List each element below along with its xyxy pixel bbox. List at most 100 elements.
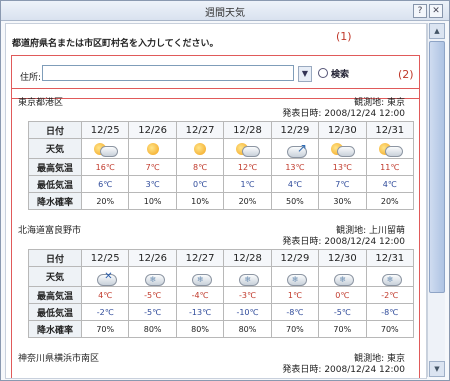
weather-row: 天気 ✕ ❄ ❄ ❄ ❄ ❄ ❄ — [28, 266, 415, 287]
rain-cell: 20% — [80, 192, 130, 210]
date-cell: 12/31 — [365, 121, 415, 139]
cloud-cross-icon: ✕ — [92, 269, 118, 286]
rain-row: 降水確率 20% 10% 10% 20% 50% 30% 20% — [28, 192, 415, 210]
location-name: 神奈川県横浜市南区 — [18, 354, 100, 364]
search-icon — [318, 68, 328, 78]
close-icon: ✕ — [432, 6, 440, 16]
low-temp-cell: -2℃ — [80, 303, 130, 321]
high-temp-cell: -2℃ — [365, 286, 415, 304]
date-cell: 12/28 — [223, 249, 272, 267]
rain-cell: 20% — [365, 192, 415, 210]
rain-cell: 10% — [175, 192, 225, 210]
date-cell: 12/29 — [270, 121, 320, 139]
sun-cloud-icon — [377, 141, 403, 157]
help-button[interactable]: ? — [413, 4, 427, 18]
rain-row: 降水確率 70% 80% 80% 80% 70% 70% 70% — [28, 320, 415, 338]
date-row: 日付 12/25 12/26 12/27 12/28 12/29 12/30 1… — [28, 121, 415, 139]
row-header-low: 最低気温 — [28, 175, 82, 193]
date-cell: 12/26 — [128, 121, 177, 139]
snow-cloud-icon: ❄ — [282, 269, 308, 286]
rain-cell: 70% — [80, 320, 130, 338]
high-temp-cell: -4℃ — [175, 286, 225, 304]
low-temp-cell: -10℃ — [223, 303, 272, 321]
low-temp-row: 最低気温 -2℃ -5℃ -13℃ -10℃ -8℃ -5℃ -8℃ — [28, 303, 415, 321]
high-temp-cell: 4℃ — [80, 286, 130, 304]
weather-cell — [318, 138, 367, 159]
address-input[interactable] — [42, 65, 294, 81]
high-temp-cell: 1℃ — [270, 286, 320, 304]
row-header-high: 最高気温 — [28, 286, 82, 304]
address-dropdown-button[interactable]: ▼ — [298, 66, 312, 82]
low-temp-cell: 0℃ — [175, 175, 225, 193]
annotation-marker-2: (2) — [398, 68, 414, 81]
date-cell: 12/25 — [80, 249, 130, 267]
low-temp-cell: -8℃ — [270, 303, 320, 321]
weather-cell — [365, 138, 415, 159]
high-temp-cell: 8℃ — [175, 158, 225, 176]
help-icon: ? — [417, 6, 423, 16]
announced-time: 発表日時: 2008/12/24 12:00 — [282, 365, 405, 375]
date-cell: 12/29 — [270, 249, 320, 267]
snow-cloud-icon: ❄ — [329, 269, 355, 286]
high-temp-cell: 12℃ — [223, 158, 272, 176]
rain-cell: 70% — [318, 320, 367, 338]
rain-cell: 30% — [318, 192, 367, 210]
chevron-down-icon: ▼ — [301, 69, 309, 78]
scroll-down-button[interactable]: ▼ — [429, 361, 445, 377]
row-header-low: 最低気温 — [28, 303, 82, 321]
low-temp-cell: 4℃ — [365, 175, 415, 193]
weather-cell: ❄ — [365, 266, 415, 287]
high-temp-cell: 16℃ — [80, 158, 130, 176]
snow-cloud-icon: ❄ — [377, 269, 403, 286]
date-cell: 12/27 — [175, 249, 225, 267]
weather-cell: ❄ — [318, 266, 367, 287]
location-name: 東京都港区 — [18, 98, 64, 108]
date-cell: 12/27 — [175, 121, 225, 139]
instruction-text: 都道府県名または市区町村名を入力してください。 — [12, 39, 219, 49]
date-cell: 12/25 — [80, 121, 130, 139]
vertical-scrollbar[interactable]: ▲ ▼ — [427, 23, 445, 377]
date-cell: 12/30 — [318, 121, 367, 139]
announced-time: 発表日時: 2008/12/24 12:00 — [282, 237, 405, 247]
low-temp-cell: -5℃ — [318, 303, 367, 321]
rain-cell: 10% — [128, 192, 177, 210]
high-temp-cell: 7℃ — [128, 158, 177, 176]
snow-cloud-icon: ❄ — [140, 269, 166, 286]
scroll-up-button[interactable]: ▲ — [429, 23, 445, 39]
date-row: 日付 12/25 12/26 12/27 12/28 12/29 12/30 1… — [28, 249, 415, 267]
main-content: 都道府県名または市区町村名を入力してください。 (1) 住所: ▼ 検索 (2)… — [5, 23, 427, 379]
high-temp-cell: -5℃ — [128, 286, 177, 304]
date-cell: 12/30 — [318, 249, 367, 267]
weather-cell — [80, 138, 130, 159]
row-header-date: 日付 — [28, 121, 82, 139]
low-temp-cell: -13℃ — [175, 303, 225, 321]
cloud-arrow-icon: ↗ — [282, 141, 308, 158]
weather-cell — [175, 138, 225, 159]
row-header-weather: 天気 — [28, 266, 82, 287]
sun-icon — [187, 141, 213, 157]
snow-cloud-icon: ❄ — [234, 269, 260, 286]
snow-cloud-icon: ❄ — [187, 269, 213, 286]
row-header-rain: 降水確率 — [28, 192, 82, 210]
date-cell: 12/28 — [223, 121, 272, 139]
weather-table: 日付 12/25 12/26 12/27 12/28 12/29 12/30 1… — [28, 249, 415, 338]
rain-cell: 70% — [270, 320, 320, 338]
rain-cell: 80% — [175, 320, 225, 338]
rain-cell: 80% — [128, 320, 177, 338]
date-cell: 12/26 — [128, 249, 177, 267]
search-button-label: 検索 — [331, 70, 350, 80]
close-button[interactable]: ✕ — [429, 4, 443, 18]
weather-cell: ↗ — [270, 138, 320, 159]
results-section: 東京都港区 観測地: 東京 発表日時: 2008/12/24 12:00 日付 … — [11, 88, 420, 378]
sun-cloud-icon — [329, 141, 356, 157]
scrollbar-thumb[interactable] — [429, 41, 445, 293]
window-title: 週間天気 — [205, 8, 245, 19]
low-temp-row: 最低気温 6℃ 3℃ 0℃ 1℃ 4℃ 7℃ 4℃ — [28, 175, 415, 193]
high-temp-cell: 13℃ — [270, 158, 320, 176]
location-name: 北海道富良野市 — [18, 226, 82, 236]
search-button[interactable]: 検索 — [318, 67, 349, 80]
low-temp-cell: -8℃ — [365, 303, 415, 321]
rain-cell: 70% — [365, 320, 415, 338]
weather-cell: ✕ — [80, 266, 130, 287]
low-temp-cell: 6℃ — [80, 175, 130, 193]
